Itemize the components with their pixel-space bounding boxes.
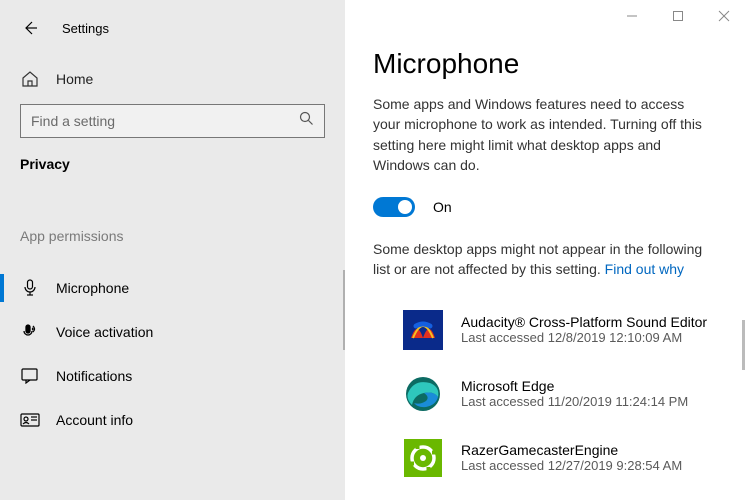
search-icon xyxy=(299,111,314,131)
nav-item-microphone[interactable]: Microphone xyxy=(0,266,345,310)
app-row: Audacity® Cross-Platform Sound Editor La… xyxy=(373,302,723,366)
account-icon xyxy=(20,410,40,430)
nav-item-label: Voice activation xyxy=(56,324,153,340)
app-row: RazerGamecasterEngine Last accessed 12/2… xyxy=(373,430,723,494)
app-access: Last accessed 11/20/2019 11:24:14 PM xyxy=(461,394,688,409)
nav-item-label: Notifications xyxy=(56,368,132,384)
home-icon xyxy=(20,69,40,89)
audacity-icon xyxy=(403,310,443,350)
page-description: Some apps and Windows features need to a… xyxy=(373,94,713,175)
app-access: Last accessed 12/8/2019 12:10:09 AM xyxy=(461,330,707,345)
back-button[interactable] xyxy=(16,14,44,42)
nav-item-voice-activation[interactable]: Voice activation xyxy=(0,310,345,354)
minimize-button[interactable] xyxy=(609,0,655,32)
microphone-toggle[interactable] xyxy=(373,197,415,217)
sidebar: Settings Home Privacy App permissions xyxy=(0,0,345,500)
search-input[interactable] xyxy=(31,113,299,129)
toggle-row: On xyxy=(373,197,723,217)
nav-item-label: Microphone xyxy=(56,280,129,296)
category-label: Privacy xyxy=(20,156,325,172)
page-title: Microphone xyxy=(373,48,723,80)
app-name: Microsoft Edge xyxy=(461,378,688,394)
titlebar: Settings xyxy=(0,10,345,46)
nav-item-account-info[interactable]: Account info xyxy=(0,398,345,442)
toggle-knob xyxy=(398,200,412,214)
main-panel: Microphone Some apps and Windows feature… xyxy=(345,0,747,500)
app-name: RazerGamecasterEngine xyxy=(461,442,682,458)
edge-icon xyxy=(403,374,443,414)
toggle-label: On xyxy=(433,199,452,215)
razer-icon xyxy=(403,438,443,478)
find-out-why-link[interactable]: Find out why xyxy=(605,261,684,277)
notifications-icon xyxy=(20,366,40,386)
nav-item-label: Account info xyxy=(56,412,133,428)
voice-icon xyxy=(20,322,40,342)
nav-item-notifications[interactable]: Notifications xyxy=(0,354,345,398)
app-name: Audacity® Cross-Platform Sound Editor xyxy=(461,314,707,330)
app-access: Last accessed 12/27/2019 9:28:54 AM xyxy=(461,458,682,473)
microphone-icon xyxy=(20,278,40,298)
app-title: Settings xyxy=(62,21,109,36)
search-field[interactable] xyxy=(20,104,325,138)
note-text: Some desktop apps might not appear in th… xyxy=(373,239,713,280)
window-controls xyxy=(609,0,747,32)
section-header: App permissions xyxy=(20,228,325,244)
app-row: Microsoft Edge Last accessed 11/20/2019 … xyxy=(373,366,723,430)
home-label: Home xyxy=(56,71,93,87)
nav-list: Microphone Voice activation Notificati xyxy=(0,266,345,442)
home-nav[interactable]: Home xyxy=(0,66,345,92)
close-button[interactable] xyxy=(701,0,747,32)
maximize-button[interactable] xyxy=(655,0,701,32)
app-list: Audacity® Cross-Platform Sound Editor La… xyxy=(373,302,723,494)
